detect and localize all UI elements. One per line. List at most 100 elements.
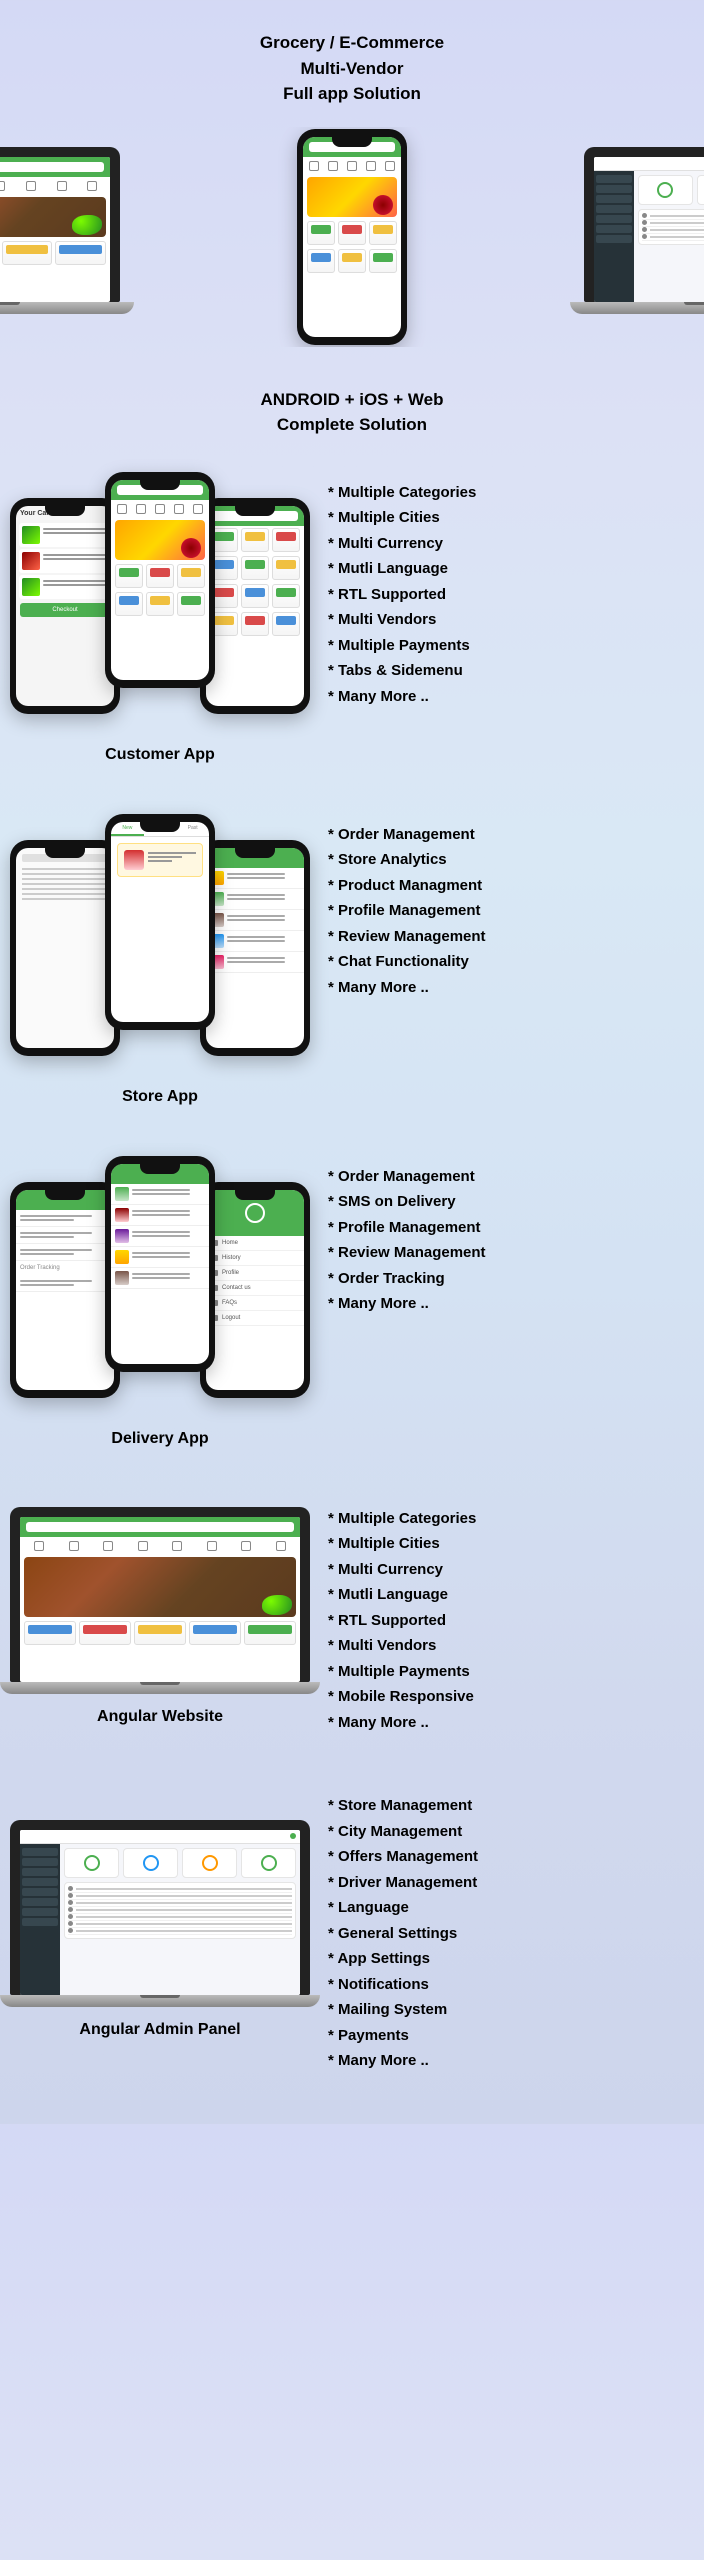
table-row [68,1907,292,1914]
feature-item: * Offers Management [328,1844,680,1870]
feature-item: * Many More .. [328,684,680,710]
delivery-item [16,1275,114,1292]
tab: New [111,822,144,836]
category-icon [0,181,5,191]
feature-item: * SMS on Delivery [328,1189,680,1215]
section-label: Angular Website [10,1708,310,1726]
feature-item: * Mobile Responsive [328,1684,680,1710]
subtitle-line-1: ANDROID + iOS + Web [0,387,704,413]
order-lines [20,1278,110,1288]
cart-item [19,523,111,547]
product-card [369,249,397,273]
product-card [134,1621,186,1645]
category-row [0,177,110,195]
category-icon [193,504,203,514]
feature-item: * Multi Vendors [328,607,680,633]
phone-notch [140,1164,180,1174]
menu-label: Logout [222,1315,240,1321]
phone-stack: Order Tracking Home History [10,1156,310,1416]
sidebar-item [22,1868,58,1876]
search-bar [26,1522,294,1532]
cart-lines [43,578,108,596]
stat-card [123,1848,178,1878]
menu-label: Profile [222,1270,239,1276]
laptop-base [570,302,704,314]
category-row [20,1537,300,1555]
table-row [642,234,704,241]
feature-list: * Order Management * SMS on Delivery * P… [328,1156,680,1317]
category-icon [366,161,376,171]
product-card [55,241,106,265]
table-row [642,227,704,234]
table-row [68,1900,292,1907]
line [22,893,108,895]
order-list-screen [206,848,304,1048]
phone-mockup-order-list [200,840,310,1056]
row-line [76,1888,292,1890]
feature-item: * Profile Management [328,898,680,924]
order-lines [132,1250,205,1264]
order-item [111,1226,209,1247]
feature-item: * App Settings [328,1946,680,1972]
cart-lines [43,552,108,570]
section-label: Customer App [10,746,310,764]
table-row [68,1921,292,1928]
sidebar-item [596,195,632,203]
category-icon [57,181,67,191]
dashboard-sidebar [20,1844,60,1995]
feature-item: * Many More .. [328,975,680,1001]
section-label: Store App [10,1088,310,1106]
order-thumb [115,1187,129,1201]
feature-item: * Review Management [328,924,680,950]
avatar-icon [642,234,647,239]
category-icon [241,1541,251,1551]
line [22,898,108,900]
laptop-screen [594,157,704,302]
order-thumb [124,850,144,870]
feature-item: * Many More .. [328,1291,680,1317]
line [148,852,196,854]
dashboard-body [594,171,704,302]
table-row [68,1893,292,1900]
row-line [76,1909,292,1911]
order-thumb [115,1229,129,1243]
category-icon [69,1541,79,1551]
order-lines [20,1247,110,1257]
phone-notch [332,137,372,147]
product-row [111,590,209,618]
feature-item: * Multiple Payments [328,633,680,659]
phone-notch [235,1190,275,1200]
site-header-bar [0,157,110,177]
feature-item: * Order Management [328,822,680,848]
hero-laptop-left [0,147,120,327]
search-bar [0,162,104,172]
product-row [20,1619,300,1647]
product-card [24,1621,76,1645]
feature-list: * Multiple Categories * Multiple Cities … [328,1498,680,1736]
phone-stack: Your Cart Checkout [10,472,310,732]
hero-laptop-right [584,147,704,327]
hero-banner-meat [0,197,106,237]
stat-chart-icon [261,1855,277,1871]
feature-item: * Review Management [328,1240,680,1266]
feature-list: * Order Management * Store Analytics * P… [328,814,680,1001]
product-card [369,221,397,245]
line [22,888,108,890]
table-row [642,213,704,220]
feature-item: * Many More .. [328,1710,680,1736]
row-line [76,1923,292,1925]
stat-card [241,1848,296,1878]
category-icon [385,161,395,171]
order-thumb [115,1271,129,1285]
phone-notch [140,480,180,490]
row-line [650,215,704,217]
stat-row [64,1848,296,1878]
subtitle-line-2: Complete Solution [0,412,704,438]
category-icon [309,161,319,171]
avatar-icon [68,1928,73,1933]
app-logo-icon [245,1203,265,1223]
product-card [189,1621,241,1645]
section-label: Delivery App [10,1430,310,1448]
product-row [206,610,304,638]
phone-notch [45,848,85,858]
